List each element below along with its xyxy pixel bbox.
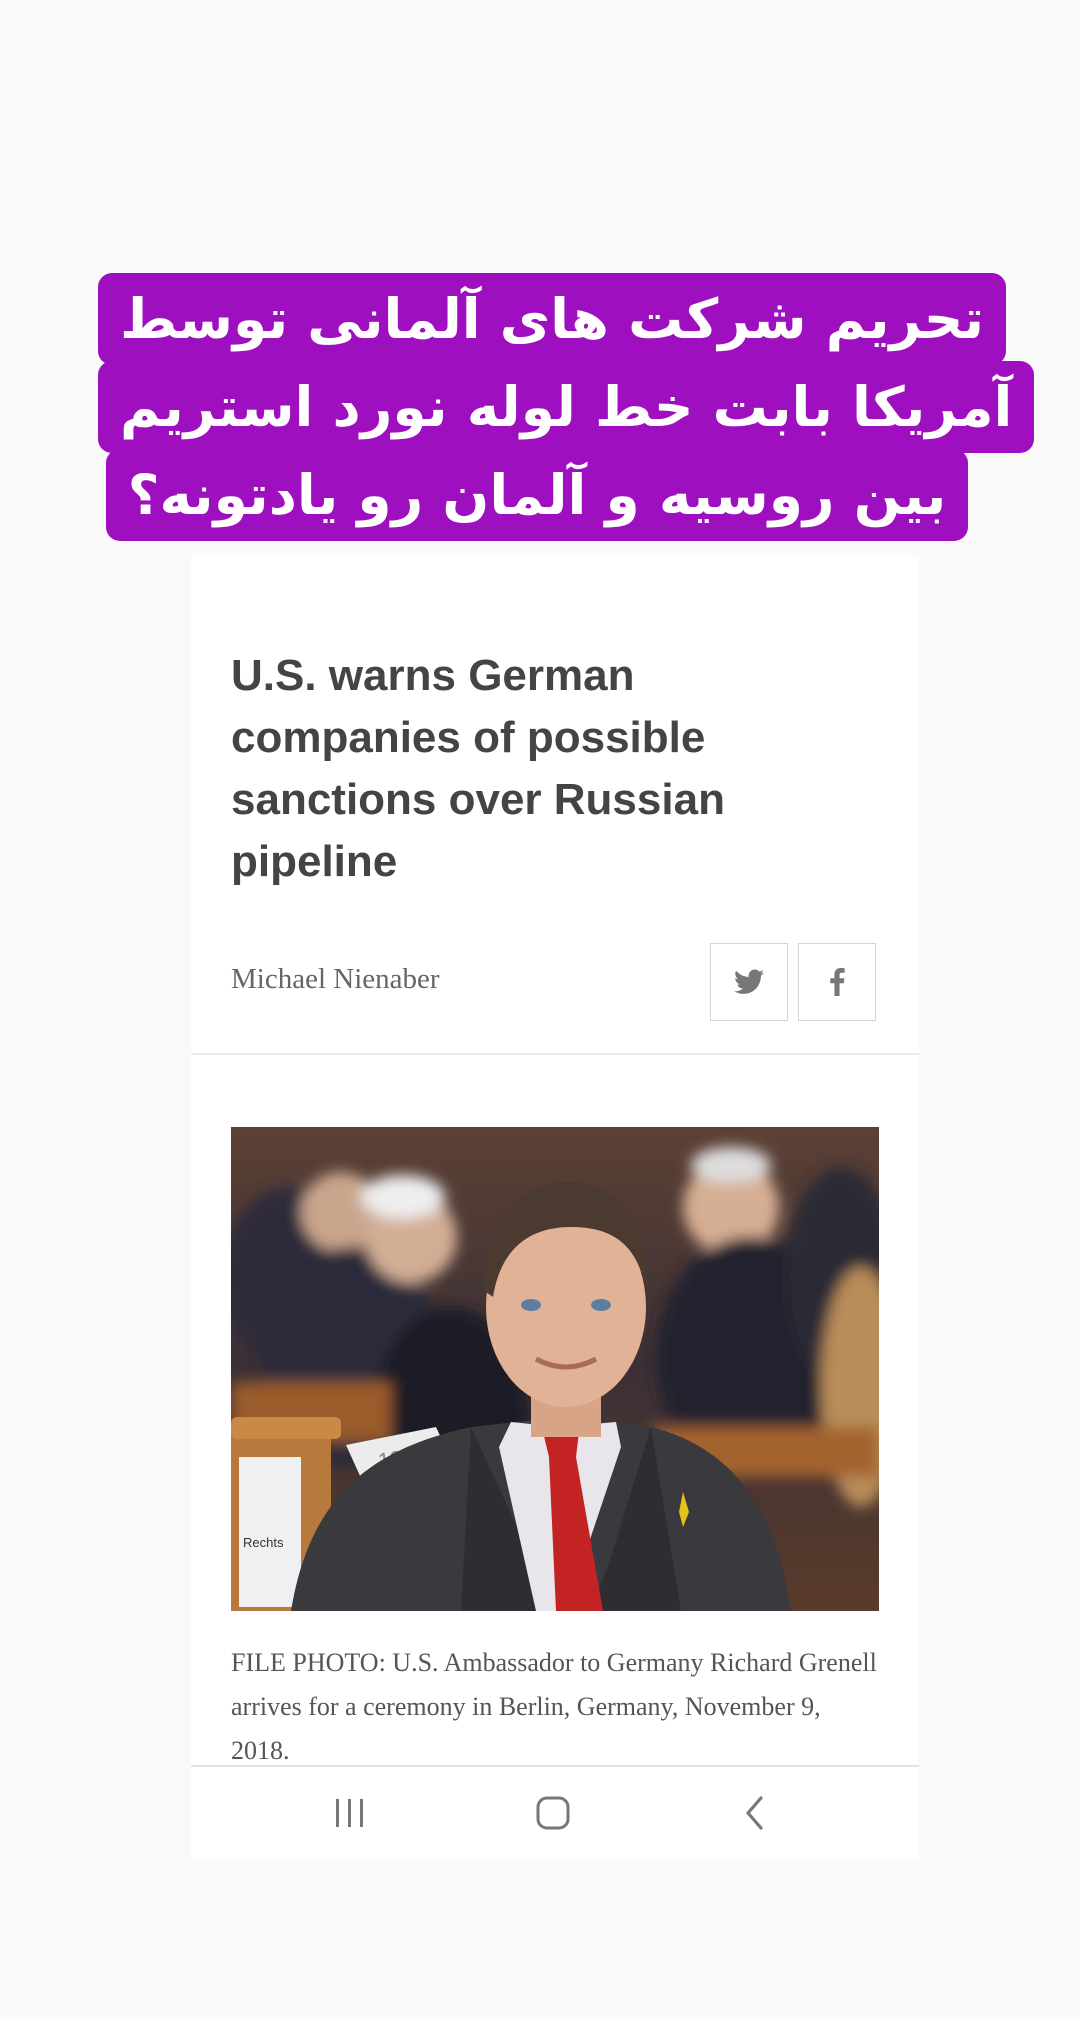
overlay-line: تحریم شرکت های آلمانی توسط (98, 273, 1007, 365)
overlay-line: بین روسیه و آلمان رو یادتونه؟ (105, 449, 969, 541)
overlay-line: آمریکا بابت خط لوله نورد استریم (98, 361, 1035, 453)
twitter-icon (734, 969, 764, 994)
twitter-share-button[interactable] (710, 943, 788, 1021)
photo-caption: FILE PHOTO: U.S. Ambassador to Germany R… (231, 1648, 877, 1765)
article-photo[interactable]: Rechts 19 (231, 1127, 879, 1611)
back-icon (746, 1796, 763, 1830)
section-divider (191, 1053, 919, 1055)
photo-label: Rechts (243, 1535, 284, 1550)
home-icon (536, 1796, 570, 1830)
back-button[interactable] (725, 1785, 785, 1841)
facebook-icon (830, 968, 845, 996)
recents-button[interactable] (320, 1785, 380, 1841)
article-headline: U.S. warns German companies of possible … (231, 651, 725, 886)
author-name[interactable]: Michael Nienaber (231, 963, 440, 996)
article-card: U.S. warns German companies of possible … (191, 555, 919, 1855)
recents-icon (336, 1799, 363, 1827)
title-overlay: تحریم شرکت های آلمانی توسط آمریکا بابت خ… (98, 273, 1035, 541)
ambassador-photo: Rechts 19 (231, 1127, 879, 1611)
home-button[interactable] (523, 1785, 583, 1841)
facebook-share-button[interactable] (798, 943, 876, 1021)
system-navigation-bar (191, 1765, 919, 1859)
